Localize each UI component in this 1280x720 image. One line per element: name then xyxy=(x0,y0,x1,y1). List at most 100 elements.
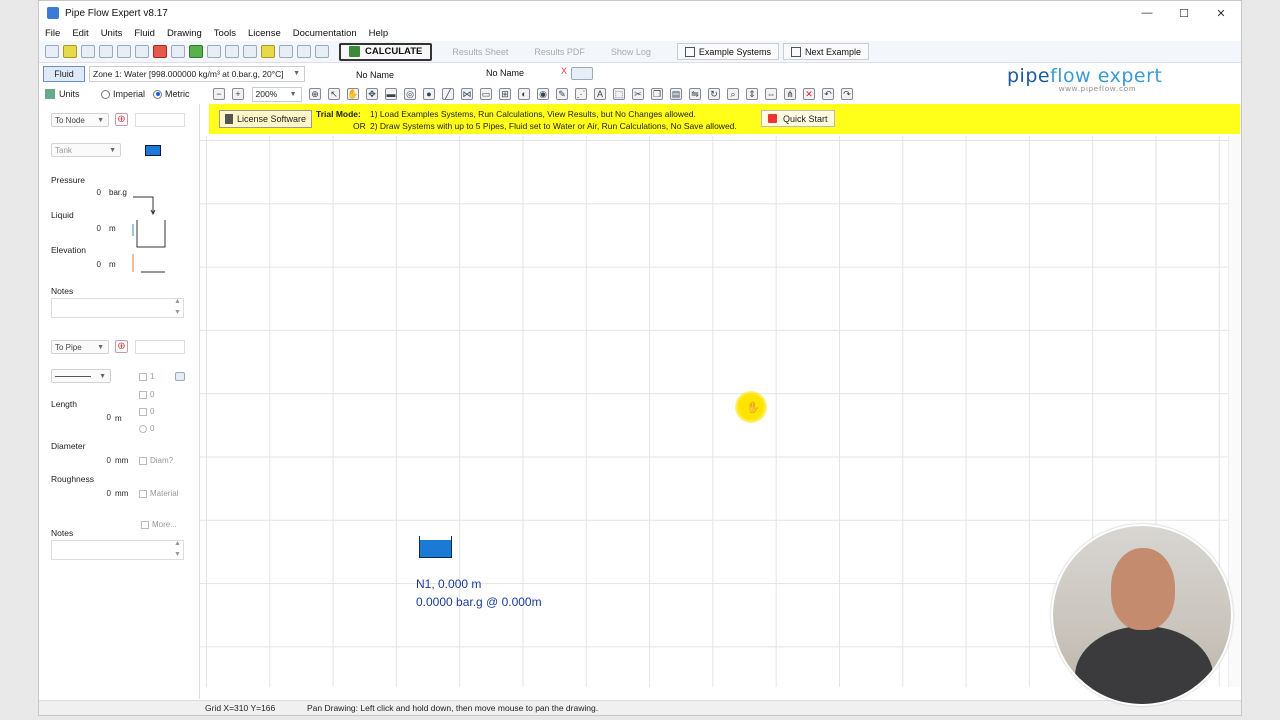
material-button[interactable]: Material xyxy=(139,489,178,498)
export-icon[interactable] xyxy=(171,45,185,58)
fittings-edit-icon[interactable] xyxy=(175,372,185,381)
close-tab-icon[interactable]: X xyxy=(561,66,567,76)
fluid-button[interactable]: Fluid xyxy=(43,66,85,82)
license-software-button[interactable]: License Software xyxy=(219,110,313,128)
scroll-up-icon[interactable]: ▲ xyxy=(174,298,181,305)
image-icon[interactable] xyxy=(571,67,593,80)
tree-icon[interactable]: ⋔ xyxy=(784,88,797,100)
pan-hand-icon[interactable]: ✋ xyxy=(347,88,360,100)
menu-help[interactable]: Help xyxy=(369,28,389,39)
distribute-icon[interactable]: ⇔ xyxy=(765,88,778,100)
show-log-button[interactable]: Show Log xyxy=(605,47,657,57)
crosshair-icon[interactable]: ⊕ xyxy=(309,88,322,100)
pipe-tool-icon[interactable]: ╱ xyxy=(442,88,455,100)
diam-button[interactable]: Diam? xyxy=(139,456,173,465)
pressure-value[interactable]: 0 xyxy=(79,188,101,197)
pdf-icon[interactable] xyxy=(153,45,167,58)
example-systems-button[interactable]: Example Systems xyxy=(676,43,779,60)
undo-icon[interactable]: ↶ xyxy=(822,88,835,100)
pipe-id-field[interactable] xyxy=(135,340,185,354)
pencil-tool-icon[interactable]: ✎ xyxy=(556,88,569,100)
rotate-icon[interactable]: ↻ xyxy=(708,88,721,100)
target-pipe-icon[interactable]: ⊕ xyxy=(115,340,128,353)
save-icon[interactable] xyxy=(81,45,95,58)
zoom-select[interactable]: 200% ▼ xyxy=(251,86,302,102)
minimize-button[interactable]: — xyxy=(1129,1,1165,25)
menu-fluid[interactable]: Fluid xyxy=(134,28,155,39)
pipe-data-icon[interactable] xyxy=(243,45,257,58)
record-tool-icon[interactable]: ◉ xyxy=(537,88,550,100)
calculate-button[interactable]: CALCULATE xyxy=(339,42,433,61)
node-type-select[interactable]: Tank ▼ xyxy=(51,143,121,157)
menu-tools[interactable]: Tools xyxy=(214,28,236,39)
node-id-field[interactable] xyxy=(135,113,185,127)
valve-tool-icon[interactable]: ⋈ xyxy=(461,88,474,100)
tank-tool-icon[interactable]: ▬ xyxy=(385,88,398,100)
paste-icon[interactable]: ▤ xyxy=(670,88,683,100)
move-icon[interactable]: ✥ xyxy=(366,88,379,100)
demand-tool-icon[interactable]: ◐ xyxy=(518,88,531,100)
fluid-zone-select[interactable]: Zone 1: Water [998.000000 kg/m³ at 0.bar… xyxy=(89,66,305,82)
units-button[interactable]: Units xyxy=(45,89,93,99)
line-style-select[interactable]: ▼ xyxy=(51,369,111,383)
edit-icon[interactable] xyxy=(225,45,239,58)
open-file-icon[interactable] xyxy=(63,45,77,58)
pointer-icon[interactable]: ↖ xyxy=(328,88,341,100)
zoom-out-icon[interactable]: − xyxy=(213,88,226,100)
to-node-select[interactable]: To Node ▼ xyxy=(51,113,109,127)
close-window-button[interactable]: ✕ xyxy=(1203,1,1239,25)
scroll-down-icon[interactable]: ▼ xyxy=(174,551,181,558)
component-tool-icon[interactable]: ▭ xyxy=(480,88,493,100)
menu-edit[interactable]: Edit xyxy=(72,28,88,39)
cut-icon[interactable]: ✂ xyxy=(632,88,645,100)
print-preview-icon[interactable] xyxy=(135,45,149,58)
find-icon[interactable]: ⌕ xyxy=(727,88,740,100)
measure-tool-icon[interactable]: ⋰ xyxy=(575,88,588,100)
next-example-button[interactable]: Next Example xyxy=(782,43,869,60)
select-box-icon[interactable]: ⬚ xyxy=(613,88,626,100)
menu-documentation[interactable]: Documentation xyxy=(293,28,357,39)
node-tool-icon[interactable]: ● xyxy=(423,88,436,100)
copy-icon[interactable]: ❐ xyxy=(651,88,664,100)
pump-tool-icon[interactable]: ◎ xyxy=(404,88,417,100)
align-icon[interactable]: ⇕ xyxy=(746,88,759,100)
diameter-value[interactable]: 0 xyxy=(89,456,111,465)
redo-icon[interactable]: ↷ xyxy=(841,88,854,100)
flip-icon[interactable]: ⇋ xyxy=(689,88,702,100)
calc-options-icon[interactable] xyxy=(315,45,329,58)
imperial-radio[interactable]: Imperial xyxy=(101,89,145,99)
menu-units[interactable]: Units xyxy=(101,28,123,39)
menu-file[interactable]: File xyxy=(45,28,60,39)
liquid-value[interactable]: 0 xyxy=(79,224,101,233)
print-icon[interactable] xyxy=(117,45,131,58)
zoom-in-icon[interactable]: + xyxy=(232,88,245,100)
scroll-up-icon[interactable]: ▲ xyxy=(174,540,181,547)
more-button[interactable]: More... xyxy=(141,520,177,529)
text-tool-icon[interactable]: A xyxy=(594,88,607,100)
excel-icon[interactable] xyxy=(189,45,203,58)
to-pipe-select[interactable]: To Pipe ▼ xyxy=(51,340,109,354)
fluid-data-icon[interactable] xyxy=(261,45,275,58)
filter-tool-icon[interactable]: ⊞ xyxy=(499,88,512,100)
new-file-icon[interactable] xyxy=(45,45,59,58)
pipe-notes-field[interactable] xyxy=(51,540,184,560)
node-notes-field[interactable] xyxy=(51,298,184,318)
maximize-button[interactable]: ☐ xyxy=(1166,1,1202,25)
node-label-line1[interactable]: N1, 0.000 m xyxy=(416,577,481,591)
length-value[interactable]: 0 xyxy=(89,413,111,422)
iso-icon[interactable] xyxy=(207,45,221,58)
delete-icon[interactable]: ✕ xyxy=(803,88,816,100)
menu-license[interactable]: License xyxy=(248,28,281,39)
menu-drawing[interactable]: Drawing xyxy=(167,28,202,39)
tank-node-n1[interactable] xyxy=(419,536,452,558)
node-data-icon[interactable] xyxy=(279,45,293,58)
save-as-icon[interactable] xyxy=(99,45,113,58)
scroll-down-icon[interactable]: ▼ xyxy=(174,309,181,316)
quick-start-button[interactable]: Quick Start xyxy=(761,110,835,127)
results-pdf-button[interactable]: Results PDF xyxy=(528,47,591,57)
grid-icon[interactable] xyxy=(297,45,311,58)
elevation-value[interactable]: 0 xyxy=(79,260,101,269)
results-sheet-button[interactable]: Results Sheet xyxy=(446,47,514,57)
metric-radio[interactable]: Metric xyxy=(153,89,190,99)
roughness-value[interactable]: 0 xyxy=(89,489,111,498)
